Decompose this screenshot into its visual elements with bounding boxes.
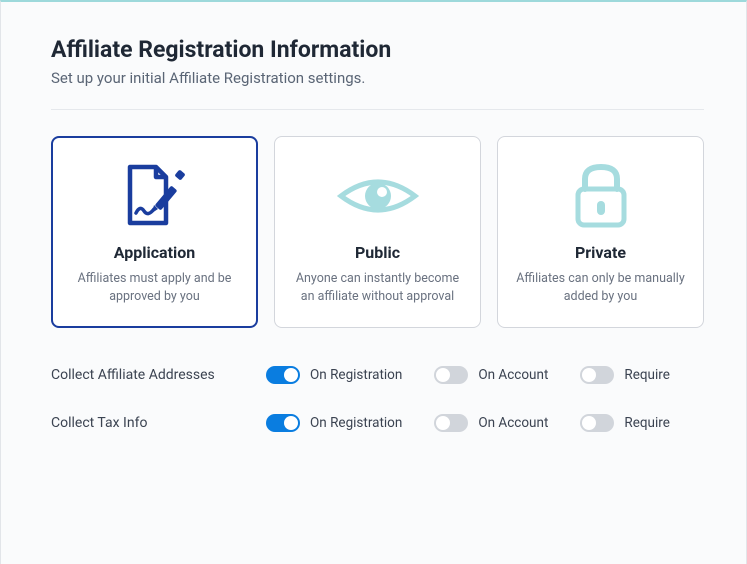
- toggle-item-on-registration: On Registration: [266, 366, 402, 384]
- mode-card-application[interactable]: Application Affiliates must apply and be…: [51, 136, 258, 328]
- toggle-label: Require: [624, 367, 669, 383]
- page-title: Affiliate Registration Information: [51, 36, 704, 63]
- mode-card-desc: Affiliates can only be manually added by…: [512, 270, 689, 305]
- setting-label: Collect Tax Info: [51, 415, 266, 431]
- toggle-item-require: Require: [580, 366, 669, 384]
- toggle-switch[interactable]: [266, 414, 300, 432]
- toggle-switch[interactable]: [266, 366, 300, 384]
- public-eye-icon: [289, 155, 466, 237]
- toggle-item-on-registration: On Registration: [266, 414, 402, 432]
- page-subtitle: Set up your initial Affiliate Registrati…: [51, 69, 704, 87]
- private-lock-icon: [512, 155, 689, 237]
- mode-card-title: Application: [66, 243, 243, 262]
- toggle-switch[interactable]: [580, 414, 614, 432]
- setting-collect-tax-info: Collect Tax Info On Registration On Acco…: [51, 414, 704, 432]
- toggle-label: On Account: [478, 367, 548, 383]
- mode-card-desc: Affiliates must apply and be approved by…: [66, 270, 243, 305]
- toggle-switch[interactable]: [580, 366, 614, 384]
- toggle-group: On Registration On Account Require: [266, 366, 670, 384]
- setting-label: Collect Affiliate Addresses: [51, 367, 266, 383]
- toggle-item-require: Require: [580, 414, 669, 432]
- toggle-item-on-account: On Account: [434, 414, 548, 432]
- mode-card-private[interactable]: Private Affiliates can only be manually …: [497, 136, 704, 328]
- toggle-switch[interactable]: [434, 366, 468, 384]
- toggle-item-on-account: On Account: [434, 366, 548, 384]
- mode-card-desc: Anyone can instantly become an affiliate…: [289, 270, 466, 305]
- toggle-label: On Registration: [310, 367, 402, 383]
- mode-cards: Application Affiliates must apply and be…: [51, 136, 704, 328]
- mode-card-title: Public: [289, 243, 466, 262]
- mode-card-public[interactable]: Public Anyone can instantly become an af…: [274, 136, 481, 328]
- toggle-label: On Account: [478, 415, 548, 431]
- setting-collect-addresses: Collect Affiliate Addresses On Registrat…: [51, 366, 704, 384]
- toggle-label: On Registration: [310, 415, 402, 431]
- divider: [51, 109, 704, 110]
- toggle-switch[interactable]: [434, 414, 468, 432]
- application-document-icon: [66, 155, 243, 237]
- toggle-group: On Registration On Account Require: [266, 414, 670, 432]
- mode-card-title: Private: [512, 243, 689, 262]
- toggle-label: Require: [624, 415, 669, 431]
